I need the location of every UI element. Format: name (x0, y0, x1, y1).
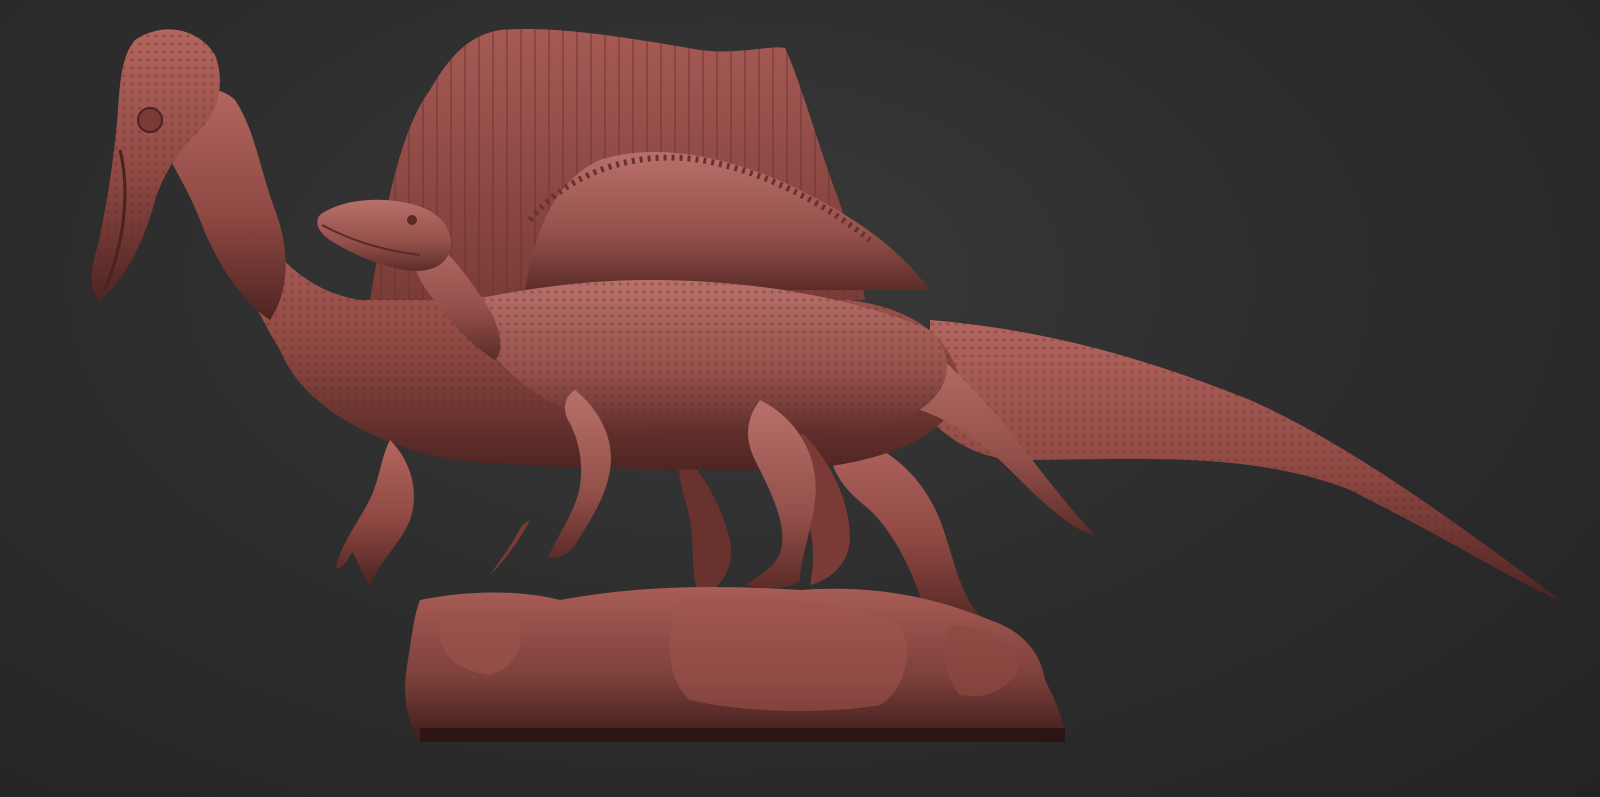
small-dino-eye (407, 215, 417, 225)
large-dino-eye (137, 107, 163, 133)
large-dino-forelimb (336, 440, 414, 585)
large-dino-hind-leg-far (678, 450, 731, 595)
dinosaur-sculpt-render (91, 29, 1560, 742)
sculpt-viewport[interactable] (0, 0, 1600, 797)
small-dino-sail (525, 151, 930, 290)
small-dino-claw (490, 520, 530, 575)
